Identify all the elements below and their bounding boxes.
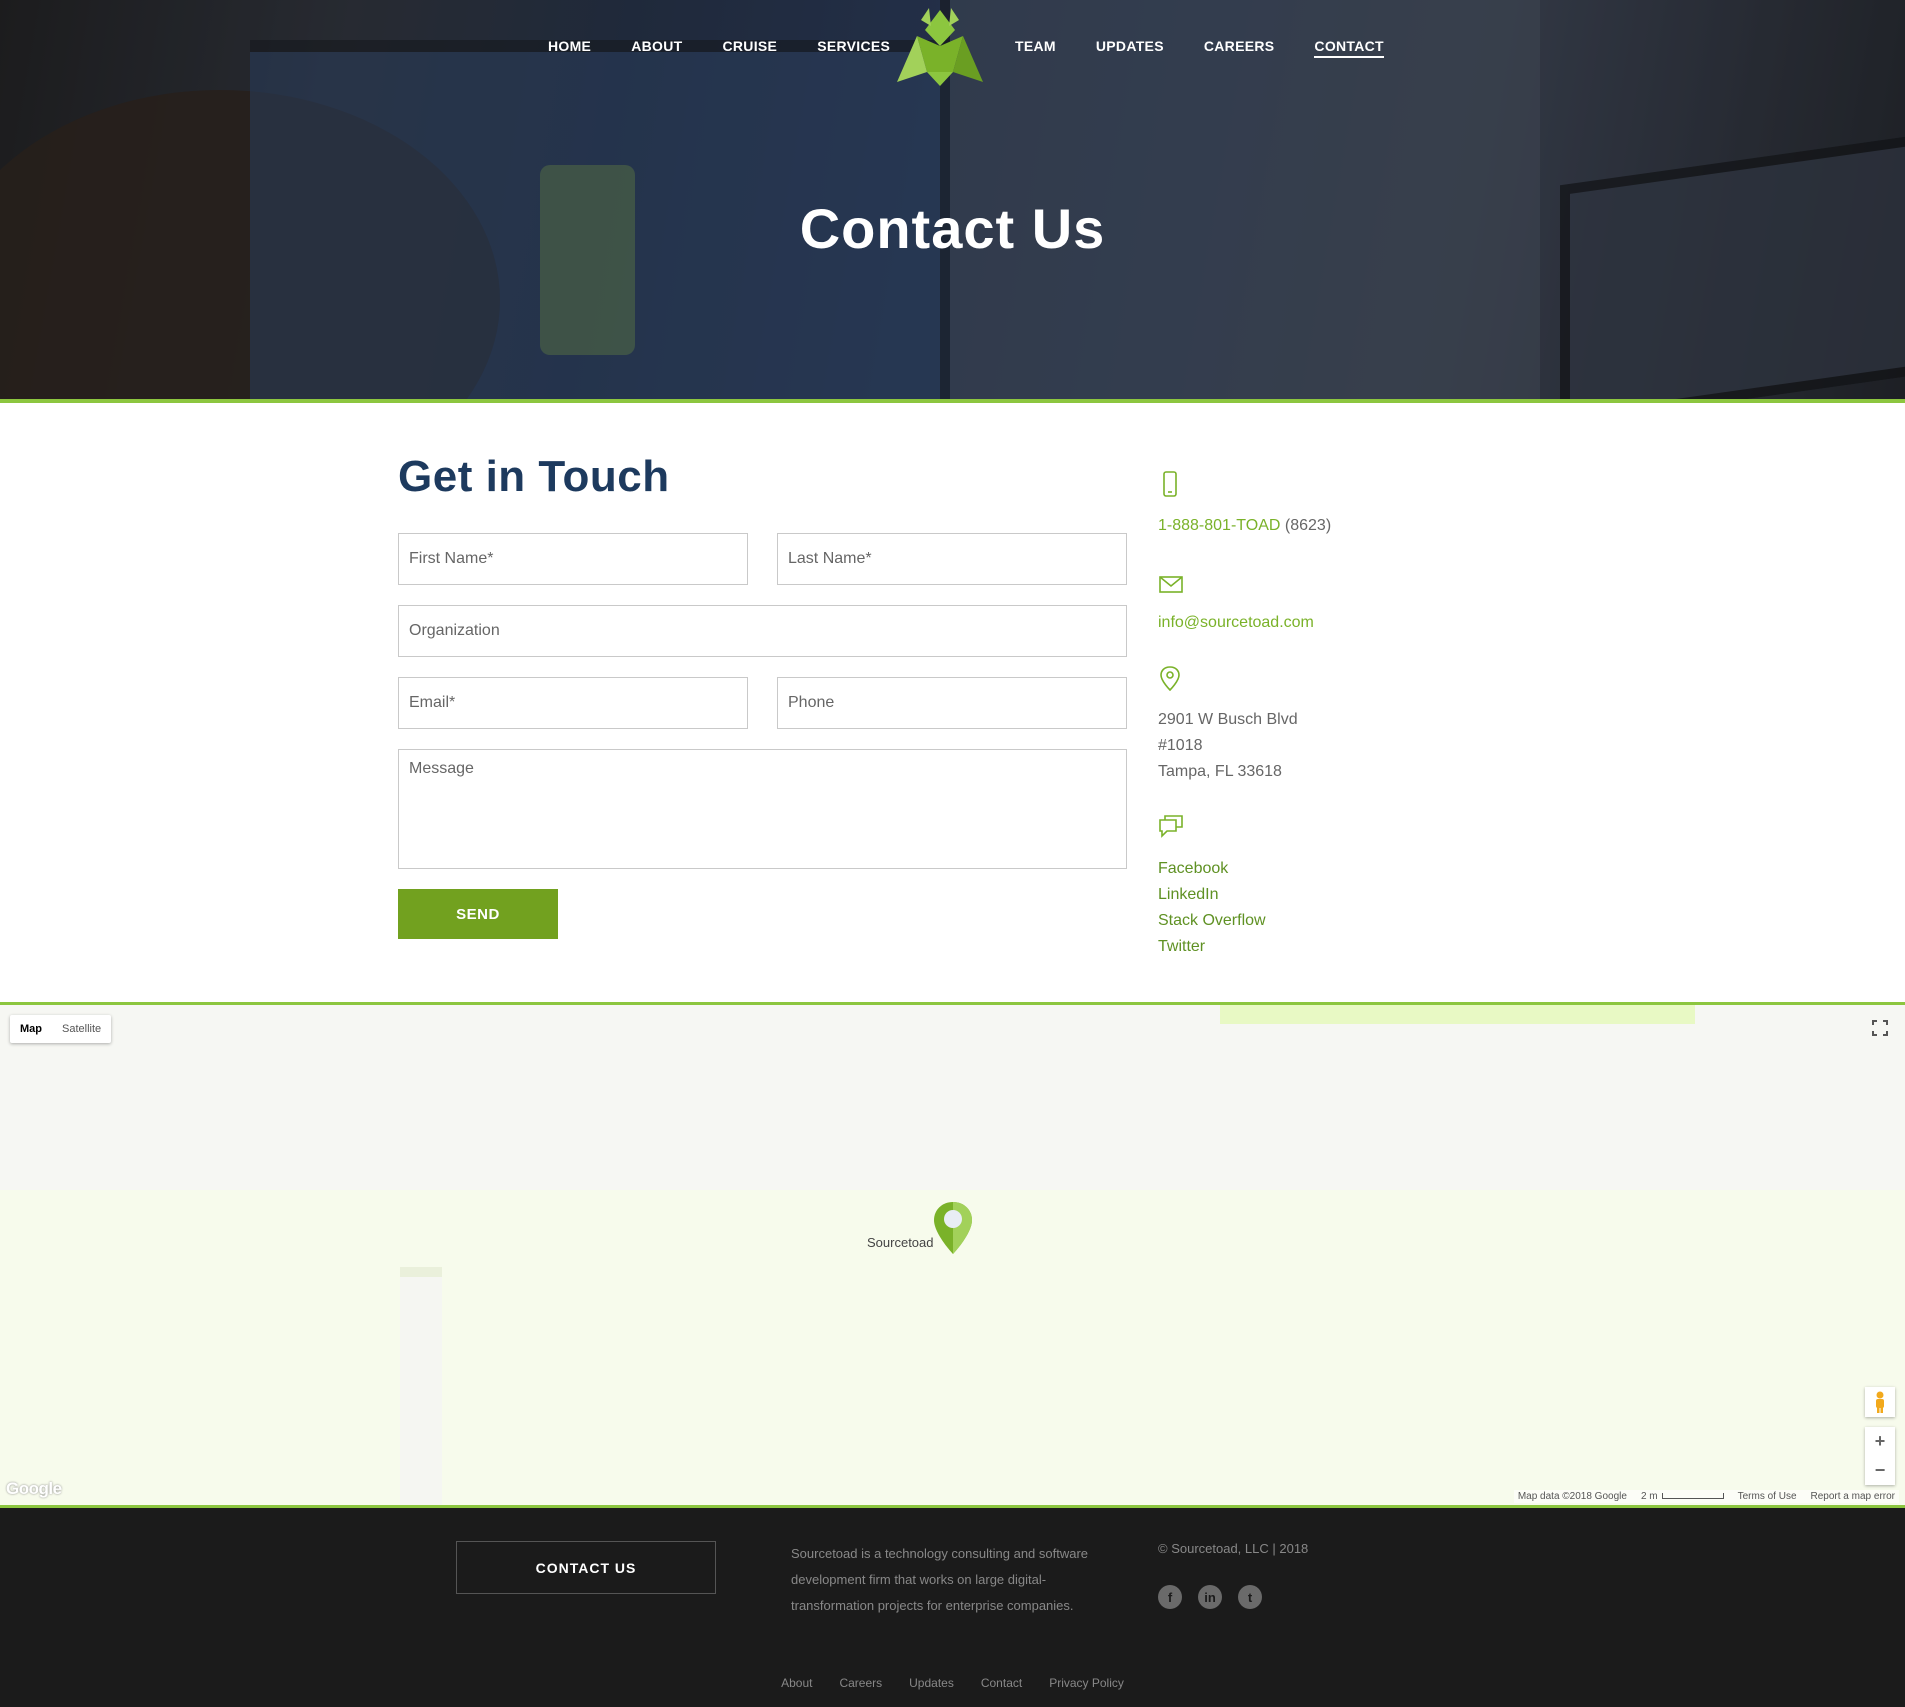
address-line: #1018 (1158, 737, 1203, 754)
address-line: Tampa, FL 33618 (1158, 763, 1282, 780)
phone-icon (1163, 471, 1177, 497)
nav-contact[interactable]: CONTACT (1314, 38, 1384, 58)
phone-suffix: (8623) (1284, 517, 1332, 534)
zoom-in-button[interactable]: + (1865, 1427, 1895, 1456)
hero-accent-line (0, 399, 1905, 403)
report-map-error-link[interactable]: Report a map error (1811, 1491, 1895, 1502)
nav-services[interactable]: SERVICES (817, 38, 890, 58)
street-view-pegman-icon[interactable] (1865, 1387, 1895, 1417)
location-pin-icon (1160, 666, 1180, 692)
twitter-icon[interactable]: t (1238, 1585, 1262, 1609)
frog-logo-icon[interactable] (893, 6, 987, 86)
page-title: Contact Us (799, 197, 1106, 260)
nav-team[interactable]: TEAM (1015, 38, 1056, 58)
footer-contact-button[interactable]: CONTACT US (456, 1541, 716, 1594)
map-type-control: Map Satellite (10, 1015, 112, 1043)
terms-link[interactable]: Terms of Use (1738, 1491, 1797, 1502)
address-line: 2901 W Busch Blvd (1158, 711, 1298, 728)
nav-cruise[interactable]: CRUISE (722, 38, 777, 58)
zoom-out-button[interactable]: − (1865, 1456, 1895, 1485)
linkedin-link[interactable]: LinkedIn (1158, 886, 1219, 903)
last-name-input[interactable]: Last Name* (777, 533, 1127, 585)
linkedin-icon[interactable]: in (1198, 1585, 1222, 1609)
footer: CONTACT US Sourcetoad is a technology co… (0, 1505, 1905, 1707)
stackoverflow-link[interactable]: Stack Overflow (1158, 912, 1266, 929)
form-title: Get in Touch (398, 452, 670, 501)
footer-link-updates[interactable]: Updates (909, 1676, 954, 1690)
footer-description: Sourcetoad is a technology consulting an… (791, 1546, 1089, 1613)
map-marker-icon[interactable] (932, 1200, 974, 1256)
map-scale: 2 m (1641, 1491, 1724, 1502)
fullscreen-icon[interactable] (1865, 1013, 1895, 1043)
address: 2901 W Busch Blvd #1018 Tampa, FL 33618 (1158, 707, 1298, 785)
google-logo: Google (6, 1479, 62, 1498)
google-map[interactable]: Map Satellite Sourcetoad + − Google Map … (0, 1002, 1905, 1505)
footer-link-privacy[interactable]: Privacy Policy (1049, 1676, 1124, 1690)
mail-icon (1159, 576, 1183, 593)
map-type-satellite-button[interactable]: Satellite (52, 1015, 111, 1043)
footer-links: About Careers Updates Contact Privacy Po… (0, 1676, 1905, 1690)
main-nav-left: HOME ABOUT CRUISE SERVICES (548, 38, 890, 58)
footer-copyright: © Sourcetoad, LLC | 2018 (1158, 1541, 1309, 1556)
nav-careers[interactable]: CAREERS (1204, 38, 1275, 58)
map-type-map-button[interactable]: Map (10, 1015, 52, 1043)
map-marker-label: Sourcetoad (867, 1235, 934, 1250)
contact-phone: 1-888-801-TOAD (8623) (1158, 513, 1331, 539)
nav-updates[interactable]: UPDATES (1096, 38, 1164, 58)
map-accent-line (0, 1002, 1905, 1005)
chat-icon (1159, 815, 1183, 838)
facebook-link[interactable]: Facebook (1158, 860, 1228, 877)
facebook-icon[interactable]: f (1158, 1585, 1182, 1609)
main-nav-right: TEAM UPDATES CAREERS CONTACT (1015, 38, 1384, 58)
phone-link[interactable]: 1-888-801-TOAD (1158, 517, 1280, 534)
send-button[interactable]: SEND (398, 889, 558, 939)
nav-home[interactable]: HOME (548, 38, 591, 58)
first-name-input[interactable]: First Name* (398, 533, 748, 585)
footer-social: f in t (1158, 1585, 1262, 1609)
organization-input[interactable]: Organization (398, 605, 1127, 657)
hero-banner: HOME ABOUT CRUISE SERVICES TEAM UPDATES … (0, 0, 1905, 399)
footer-link-careers[interactable]: Careers (839, 1676, 882, 1690)
map-data-label: Map data ©2018 Google (1517, 1491, 1627, 1502)
email-link[interactable]: info@sourcetoad.com (1158, 610, 1314, 636)
email-input[interactable]: Email* (398, 677, 748, 729)
footer-link-about[interactable]: About (781, 1676, 812, 1690)
map-attribution: Map data ©2018 Google 2 m Terms of Use R… (1513, 1490, 1899, 1503)
twitter-link[interactable]: Twitter (1158, 938, 1205, 955)
message-textarea[interactable]: Message (398, 749, 1127, 869)
nav-about[interactable]: ABOUT (631, 38, 682, 58)
social-links: Facebook LinkedIn Stack Overflow Twitter (1158, 856, 1266, 960)
zoom-control: + − (1865, 1427, 1895, 1485)
footer-link-contact[interactable]: Contact (981, 1676, 1022, 1690)
phone-input[interactable]: Phone (777, 677, 1127, 729)
